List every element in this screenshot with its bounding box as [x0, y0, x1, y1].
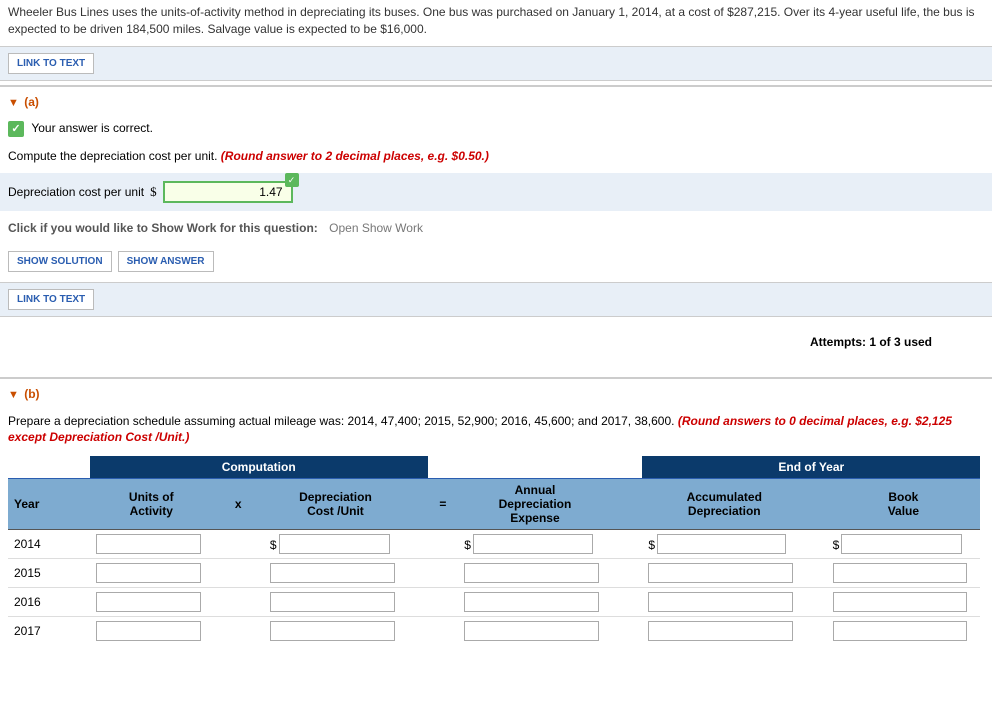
- book-2015-input[interactable]: [833, 563, 967, 583]
- book-2017-input[interactable]: [833, 621, 967, 641]
- year-label: 2015: [8, 559, 90, 588]
- col-cost-per-unit: Depreciation Cost /Unit: [264, 479, 407, 530]
- answer-label: Depreciation cost per unit: [8, 185, 144, 199]
- year-label: 2016: [8, 588, 90, 617]
- chevron-down-icon: ▼: [8, 389, 19, 401]
- units-2015-input[interactable]: [96, 563, 201, 583]
- show-work-label: Click if you would like to Show Work for…: [8, 221, 318, 235]
- depreciation-per-unit-input[interactable]: [163, 181, 293, 203]
- attempts-counter: Attempts: 1 of 3 used: [0, 317, 992, 373]
- instruction-rounding: (Round answer to 2 decimal places, e.g. …: [221, 149, 489, 163]
- accum-2016-input[interactable]: [648, 592, 792, 612]
- annual-2017-input[interactable]: [464, 621, 598, 641]
- currency-symbol: $: [150, 184, 157, 200]
- part-b-header[interactable]: ▼ (b): [0, 379, 992, 409]
- part-a-header[interactable]: ▼ (a): [0, 87, 992, 117]
- correct-indicator: ✓ Your answer is correct.: [0, 117, 992, 145]
- link-bar-top: LINK TO TEXT: [0, 46, 992, 81]
- part-a-instruction: Compute the depreciation cost per unit. …: [0, 145, 992, 173]
- part-a-label: (a): [24, 95, 39, 109]
- instruction-text: Prepare a depreciation schedule assuming…: [8, 414, 678, 428]
- col-annual-expense: Annual Depreciation Expense: [458, 479, 612, 530]
- show-answer-button[interactable]: SHOW ANSWER: [118, 251, 214, 272]
- link-to-text-button[interactable]: LINK TO TEXT: [8, 289, 94, 310]
- show-work-row: Click if you would like to Show Work for…: [0, 211, 992, 245]
- units-2017-input[interactable]: [96, 621, 201, 641]
- check-icon: ✓: [8, 121, 24, 137]
- correct-message: Your answer is correct.: [31, 121, 153, 135]
- part-b-instruction: Prepare a depreciation schedule assuming…: [0, 409, 992, 457]
- cost-2017-input[interactable]: [270, 621, 395, 641]
- show-solution-button[interactable]: SHOW SOLUTION: [8, 251, 112, 272]
- col-group-endofyear: End of Year: [642, 456, 980, 479]
- cost-2016-input[interactable]: [270, 592, 395, 612]
- year-label: 2014: [8, 530, 90, 559]
- accum-2017-input[interactable]: [648, 621, 792, 641]
- action-buttons: SHOW SOLUTION SHOW ANSWER: [0, 245, 992, 278]
- book-2016-input[interactable]: [833, 592, 967, 612]
- problem-statement: Wheeler Bus Lines uses the units-of-acti…: [0, 0, 992, 42]
- depreciation-schedule-table: Computation End of Year Year Units of Ac…: [8, 456, 980, 645]
- col-equals: =: [428, 479, 459, 530]
- link-bar-a: LINK TO TEXT: [0, 282, 992, 317]
- annual-2016-input[interactable]: [464, 592, 598, 612]
- col-units-of-activity: Units of Activity: [90, 479, 213, 530]
- part-b-label: (b): [24, 387, 39, 401]
- year-label: 2017: [8, 617, 90, 646]
- units-2014-input[interactable]: [96, 534, 201, 554]
- accum-2014-input[interactable]: [657, 534, 786, 554]
- link-to-text-button[interactable]: LINK TO TEXT: [8, 53, 94, 74]
- answer-input-row: Depreciation cost per unit $ ✓: [0, 173, 992, 211]
- cost-2015-input[interactable]: [270, 563, 395, 583]
- open-show-work-link[interactable]: Open Show Work: [329, 221, 423, 235]
- check-icon: ✓: [285, 173, 299, 187]
- book-2014-input[interactable]: [841, 534, 961, 554]
- annual-2015-input[interactable]: [464, 563, 598, 583]
- col-group-computation: Computation: [90, 456, 428, 479]
- accum-2015-input[interactable]: [648, 563, 792, 583]
- cost-2014-input[interactable]: [279, 534, 391, 554]
- annual-2014-input[interactable]: [473, 534, 593, 554]
- col-accumulated: Accumulated Depreciation: [642, 479, 806, 530]
- col-multiply: x: [213, 479, 264, 530]
- chevron-down-icon: ▼: [8, 97, 19, 109]
- instruction-text: Compute the depreciation cost per unit.: [8, 149, 221, 163]
- col-year: Year: [8, 479, 90, 530]
- units-2016-input[interactable]: [96, 592, 201, 612]
- col-book-value: Book Value: [827, 479, 981, 530]
